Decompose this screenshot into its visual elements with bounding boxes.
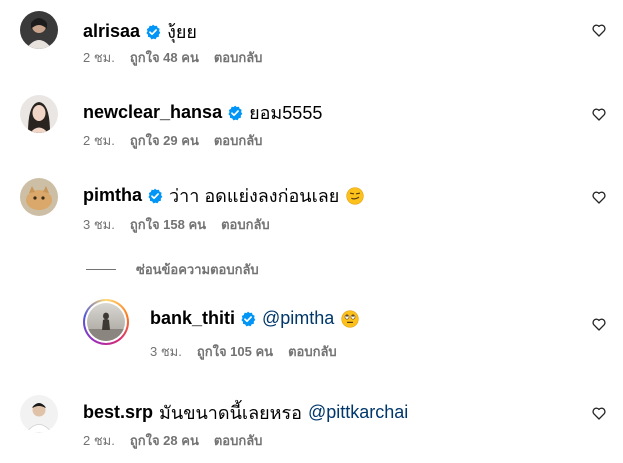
- reply-button[interactable]: ตอบกลับ: [214, 430, 263, 451]
- comment-time: 2 ชม.: [83, 133, 115, 148]
- comment-time: 2 ชม.: [83, 50, 115, 65]
- heart-icon[interactable]: [591, 316, 607, 332]
- heart-icon[interactable]: [591, 405, 607, 421]
- username[interactable]: bank_thiti: [150, 308, 235, 329]
- username[interactable]: newclear_hansa: [83, 102, 222, 123]
- eye-roll-emoji-icon: [341, 309, 359, 328]
- comment-text: มันขนาดนี้เลยหรอ: [159, 403, 302, 423]
- verified-badge-icon: [148, 188, 163, 203]
- likes-count[interactable]: ถูกใจ 28 คน: [130, 430, 199, 451]
- likes-count[interactable]: ถูกใจ 105 คน: [197, 341, 273, 362]
- comment-text: งุ้ยย: [167, 22, 197, 42]
- username[interactable]: pimtha: [83, 185, 142, 206]
- smirk-emoji-icon: [346, 186, 364, 205]
- reply-button[interactable]: ตอบกลับ: [221, 214, 270, 235]
- comment-time: 3 ชม.: [150, 344, 182, 359]
- avatar[interactable]: [20, 95, 58, 133]
- heart-icon[interactable]: [591, 22, 607, 38]
- mention-link[interactable]: @pittkarchai: [308, 402, 408, 423]
- hide-replies-label: ซ่อนข้อความตอบกลับ: [136, 262, 259, 277]
- username[interactable]: best.srp: [83, 402, 153, 423]
- divider: [86, 269, 116, 270]
- heart-icon[interactable]: [591, 189, 607, 205]
- reply-button[interactable]: ตอบกลับ: [214, 47, 263, 68]
- mention-link[interactable]: @pimtha: [262, 308, 334, 329]
- avatar[interactable]: [20, 395, 58, 433]
- username[interactable]: alrisaa: [83, 21, 140, 42]
- comment-text: ว่าา อดแย่งลงก่อนเลย: [169, 186, 340, 206]
- heart-icon[interactable]: [591, 106, 607, 122]
- avatar[interactable]: [20, 11, 58, 49]
- reply-button[interactable]: ตอบกลับ: [214, 130, 263, 151]
- avatar[interactable]: [87, 303, 125, 341]
- verified-badge-icon: [241, 311, 256, 326]
- comment-time: 3 ชม.: [83, 217, 115, 232]
- comment-time: 2 ชม.: [83, 433, 115, 448]
- likes-count[interactable]: ถูกใจ 29 คน: [130, 130, 199, 151]
- verified-badge-icon: [228, 105, 243, 120]
- avatar[interactable]: [20, 178, 58, 216]
- likes-count[interactable]: ถูกใจ 158 คน: [130, 214, 206, 235]
- story-ring[interactable]: [83, 299, 129, 345]
- likes-count[interactable]: ถูกใจ 48 คน: [130, 47, 199, 68]
- reply-button[interactable]: ตอบกลับ: [288, 341, 337, 362]
- hide-replies-button[interactable]: ซ่อนข้อความตอบกลับ: [86, 259, 259, 280]
- comment-text: ยอม5555: [249, 103, 323, 123]
- verified-badge-icon: [146, 24, 161, 39]
